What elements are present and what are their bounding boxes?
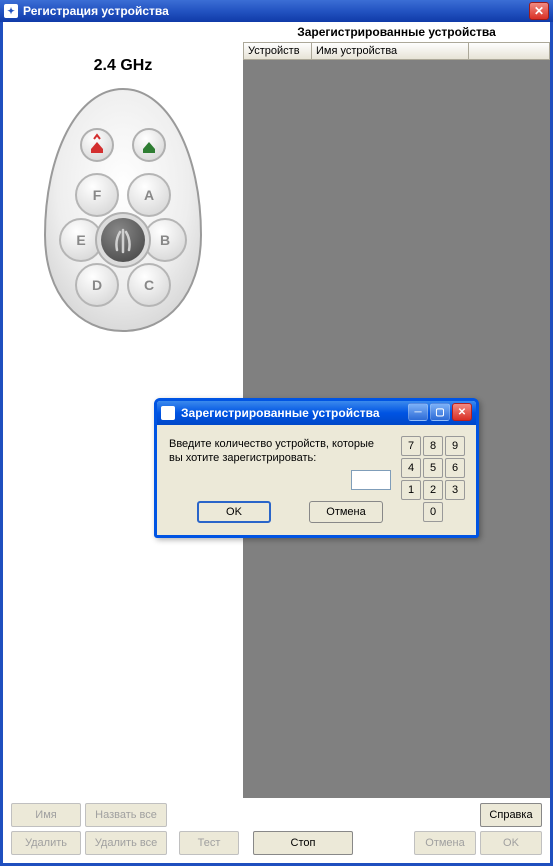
- main-titlebar: ✦ Регистрация устройства ✕: [0, 0, 553, 22]
- remote-button-c-label: C: [144, 277, 154, 293]
- dialog-minimize-button[interactable]: ─: [408, 403, 428, 421]
- bottom-button-bar: Имя Назвать все Справка Удалить Удалить …: [7, 801, 546, 859]
- remote-button-b-label: B: [160, 232, 170, 248]
- table-header: Устройств Имя устройства: [243, 42, 550, 60]
- table-title: Зарегистрированные устройства: [243, 22, 550, 42]
- cancel-button[interactable]: Отмена: [414, 831, 476, 855]
- remote-button-d-label: D: [92, 277, 102, 293]
- dialog-maximize-button[interactable]: ▢: [430, 403, 450, 421]
- name-button[interactable]: Имя: [11, 803, 81, 827]
- name-all-button[interactable]: Назвать все: [85, 803, 167, 827]
- keypad-5[interactable]: 5: [423, 458, 443, 478]
- window-title: Регистрация устройства: [23, 4, 169, 18]
- remote-button-f-label: F: [93, 187, 102, 203]
- keypad-8[interactable]: 8: [423, 436, 443, 456]
- dialog-app-icon: [161, 406, 175, 420]
- keypad-6[interactable]: 6: [445, 458, 465, 478]
- remote-button-e-label: E: [76, 232, 85, 248]
- test-button[interactable]: Тест: [179, 831, 239, 855]
- dialog-close-button[interactable]: ✕: [452, 403, 472, 421]
- column-empty[interactable]: [469, 43, 549, 59]
- help-button[interactable]: Справка: [480, 803, 542, 827]
- dialog-prompt: Введите количество устройств, которые вы…: [169, 437, 379, 466]
- remote-button-a-label: A: [144, 187, 154, 203]
- device-count-input[interactable]: [351, 470, 391, 490]
- register-count-dialog: Зарегистрированные устройства ─ ▢ ✕ Введ…: [154, 398, 479, 538]
- dialog-title: Зарегистрированные устройства: [181, 406, 380, 420]
- keypad-3[interactable]: 3: [445, 480, 465, 500]
- dialog-ok-button[interactable]: OK: [197, 501, 271, 523]
- stop-button[interactable]: Стоп: [253, 831, 353, 855]
- keypad-4[interactable]: 4: [401, 458, 421, 478]
- remote-graphic: F A E B D C: [39, 85, 207, 335]
- dialog-body: Введите количество устройств, которые вы…: [157, 425, 476, 535]
- numeric-keypad: 7 8 9 4 5 6 1 2 3 0: [400, 435, 466, 523]
- window-close-button[interactable]: ✕: [529, 2, 549, 20]
- column-device-name[interactable]: Имя устройства: [312, 43, 469, 59]
- keypad-2[interactable]: 2: [423, 480, 443, 500]
- column-device-id[interactable]: Устройств: [244, 43, 312, 59]
- main-client-area: 2.4 GHz: [0, 22, 553, 866]
- delete-all-button[interactable]: Удалить все: [85, 831, 167, 855]
- dialog-cancel-button[interactable]: Отмена: [309, 501, 383, 523]
- keypad-7[interactable]: 7: [401, 436, 421, 456]
- app-icon: ✦: [4, 4, 18, 18]
- keypad-9[interactable]: 9: [445, 436, 465, 456]
- keypad-1[interactable]: 1: [401, 480, 421, 500]
- delete-button[interactable]: Удалить: [11, 831, 81, 855]
- keypad-0[interactable]: 0: [423, 502, 443, 522]
- dialog-titlebar[interactable]: Зарегистрированные устройства ─ ▢ ✕: [157, 401, 476, 425]
- ok-button[interactable]: OK: [480, 831, 542, 855]
- frequency-label: 2.4 GHz: [3, 57, 243, 75]
